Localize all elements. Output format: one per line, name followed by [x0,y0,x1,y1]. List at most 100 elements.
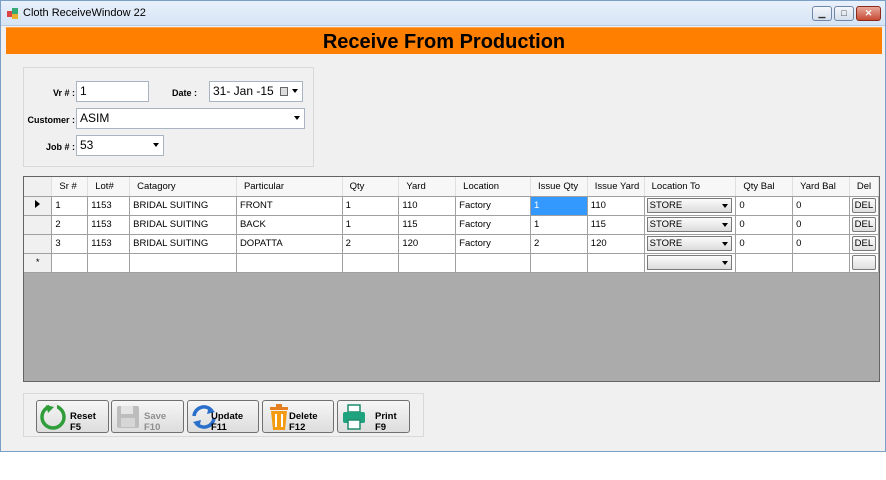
table-row[interactable]: 1 1153 BRIDAL SUITING FRONT 1 110 Factory 1 110 S… [24,196,879,216]
cell-qty-bal[interactable]: 0 [735,215,794,235]
cell-issue-yard[interactable]: 110 [587,196,645,216]
new-cell-yard[interactable] [398,253,457,273]
new-cell-del[interactable] [849,253,879,273]
cell-sr[interactable]: 2 [51,215,89,235]
new-cell-issue-yard[interactable] [587,253,645,273]
new-cell-lot[interactable] [87,253,131,273]
cell-yard-bal[interactable]: 0 [792,196,850,216]
cell-category[interactable]: BRIDAL SUITING [129,196,237,216]
delete-row-button[interactable]: DEL [851,217,876,232]
table-row[interactable]: 3 1153 BRIDAL SUITING DOPATTA 2 120 Factory 2 12… [24,234,879,254]
cell-particular[interactable]: FRONT [236,196,343,216]
cell-del[interactable]: DEL [849,196,879,216]
cell-sr[interactable]: 1 [51,196,89,216]
location-to-select[interactable]: STORE [646,217,733,232]
column-header[interactable]: Qty Bal [735,177,794,197]
column-header[interactable]: Lot# [87,177,131,197]
column-header[interactable]: Yard [398,177,457,197]
new-cell-location-to[interactable] [644,253,737,273]
save-button[interactable]: Save F10 [111,400,184,433]
cell-location[interactable]: Factory [455,215,531,235]
items-grid[interactable]: Sr # Lot# Catagory Particular Qty Yard L… [23,176,880,382]
print-button[interactable]: Print F9 [337,400,410,433]
cell-category[interactable]: BRIDAL SUITING [129,234,237,254]
cell-yard[interactable]: 115 [398,215,457,235]
location-to-select[interactable]: STORE [646,198,733,213]
cell-del[interactable]: DEL [849,215,879,235]
column-header[interactable]: Catagory [129,177,237,197]
row-header[interactable] [24,215,53,235]
close-button[interactable]: ✕ [856,6,881,21]
column-header[interactable]: Location To [644,177,737,197]
cell-issue-qty[interactable]: 1 [530,215,588,235]
cell-issue-qty[interactable]: 1 [530,196,588,216]
column-header[interactable]: Issue Qty [530,177,588,197]
new-cell-issue-qty[interactable] [530,253,588,273]
cell-category[interactable]: BRIDAL SUITING [129,215,237,235]
cell-location-to[interactable]: STORE [644,234,737,254]
minimize-button[interactable]: ▁ [812,6,832,21]
cell-qty-bal[interactable]: 0 [735,234,794,254]
delete-row-button[interactable]: DEL [851,236,876,251]
job-select[interactable]: 53 [76,135,164,156]
table-row[interactable]: 2 1153 BRIDAL SUITING BACK 1 115 Factory 1 115 ST… [24,215,879,235]
cell-del[interactable]: DEL [849,234,879,254]
row-header[interactable] [24,234,53,254]
new-cell-location[interactable] [455,253,531,273]
new-cell-sr[interactable] [51,253,89,273]
reset-button[interactable]: Reset F5 [36,400,109,433]
cell-issue-yard[interactable]: 120 [587,234,645,254]
cell-issue-qty[interactable]: 2 [530,234,588,254]
chevron-down-icon [153,143,159,147]
cell-location[interactable]: Factory [455,234,531,254]
column-header[interactable]: Qty [342,177,400,197]
column-header[interactable]: Yard Bal [792,177,850,197]
cell-location-to[interactable]: STORE [644,196,737,216]
cell-qty[interactable]: 1 [342,215,400,235]
cell-location-to[interactable]: STORE [644,215,737,235]
column-header[interactable]: Issue Yard [587,177,645,197]
new-cell-yard-bal[interactable] [792,253,850,273]
new-cell-qty-bal[interactable] [735,253,794,273]
cell-lot[interactable]: 1153 [87,234,131,254]
column-header[interactable]: Del [849,177,879,197]
new-cell-category[interactable] [129,253,237,273]
cell-qty[interactable]: 1 [342,196,400,216]
customer-select[interactable]: ASIM [76,108,305,129]
window-title: Cloth ReceiveWindow 22 [23,7,146,19]
delete-row-button[interactable] [851,255,876,270]
update-button[interactable]: Update F11 [187,400,259,433]
calendar-icon[interactable] [280,87,288,96]
cell-qty-bal[interactable]: 0 [735,196,794,216]
print-label: Print F9 [375,411,397,433]
cell-particular[interactable]: DOPATTA [236,234,343,254]
cell-yard[interactable]: 120 [398,234,457,254]
delete-row-button[interactable]: DEL [851,198,876,213]
cell-lot[interactable]: 1153 [87,196,131,216]
cell-sr[interactable]: 3 [51,234,89,254]
cell-location[interactable]: Factory [455,196,531,216]
cell-issue-yard[interactable]: 115 [587,215,645,235]
new-cell-particular[interactable] [236,253,343,273]
vr-number-field[interactable]: 1 [76,81,149,102]
cell-qty[interactable]: 2 [342,234,400,254]
cell-yard-bal[interactable]: 0 [792,234,850,254]
cell-yard-bal[interactable]: 0 [792,215,850,235]
location-to-select[interactable]: STORE [646,236,733,251]
cell-yard[interactable]: 110 [398,196,457,216]
delete-button[interactable]: Delete F12 [262,400,334,433]
date-picker[interactable]: 31- Jan -15 [209,81,303,102]
new-row[interactable]: * [24,253,879,273]
maximize-button[interactable]: □ [834,6,854,21]
new-cell-qty[interactable] [342,253,400,273]
location-to-select[interactable] [646,255,733,270]
cell-lot[interactable]: 1153 [87,215,131,235]
row-header[interactable] [24,196,53,216]
column-header[interactable]: Sr # [51,177,89,197]
title-bar[interactable]: Cloth ReceiveWindow 22 ▁ □ ✕ [1,1,885,26]
delete-label: Delete F12 [289,411,318,433]
cell-particular[interactable]: BACK [236,215,343,235]
close-icon: ✕ [864,8,873,18]
column-header[interactable]: Particular [236,177,343,197]
column-header[interactable]: Location [455,177,531,197]
